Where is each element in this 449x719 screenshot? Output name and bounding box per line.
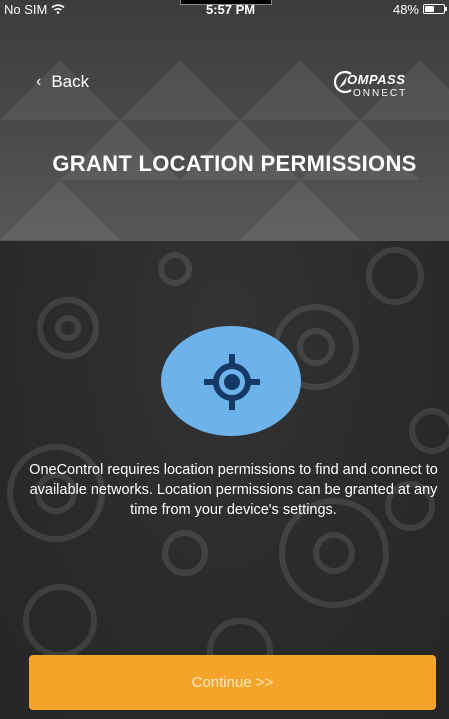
permission-description: OneControl requires location permissions… <box>29 462 438 518</box>
app-screen: ‹ Back OMPASS ONNECT GRANT LOCATION PERM… <box>0 0 449 719</box>
battery-icon <box>423 4 447 14</box>
back-button[interactable]: ‹ Back <box>36 72 89 92</box>
battery-percent: 48% <box>392 1 419 17</box>
top-notch <box>180 0 272 5</box>
back-label: Back <box>51 72 90 91</box>
header-pattern <box>0 60 449 240</box>
chevron-left-icon: ‹ <box>36 73 42 90</box>
continue-button[interactable]: Continue >> <box>29 655 436 710</box>
page-title: GRANT LOCATION PERMISSIONS <box>52 151 417 176</box>
logo-text-connect: ONNECT <box>353 88 408 99</box>
location-crosshair-icon <box>204 354 260 410</box>
header: ‹ Back OMPASS ONNECT GRANT LOCATION PERM… <box>0 0 449 241</box>
compass-connect-logo: OMPASS ONNECT <box>333 70 417 104</box>
logo-text-compass: OMPASS <box>347 72 406 87</box>
carrier-label: No SIM <box>4 1 48 17</box>
wifi-icon <box>51 4 65 14</box>
